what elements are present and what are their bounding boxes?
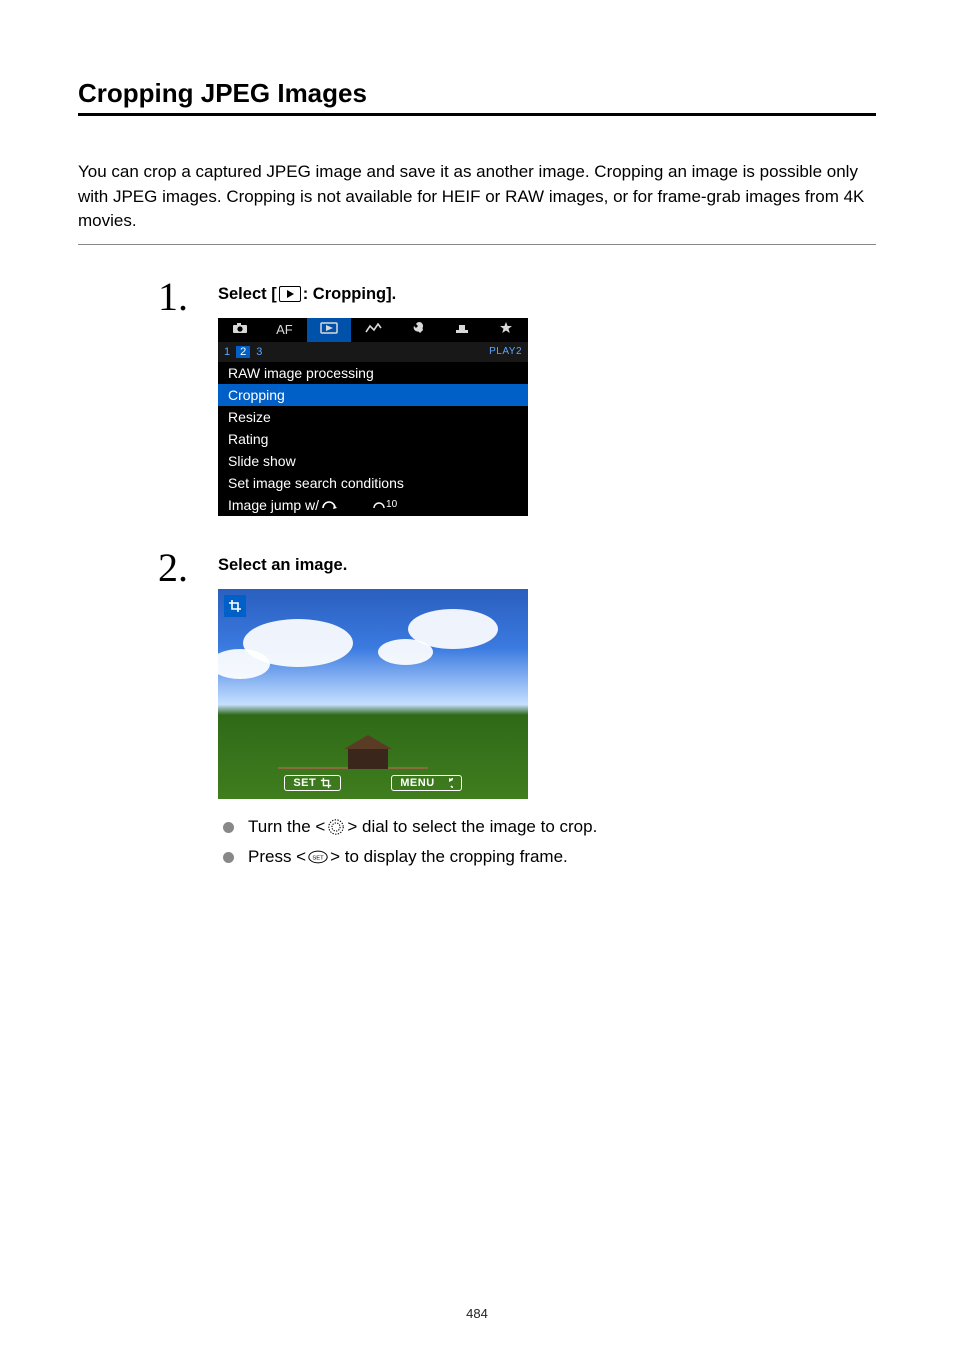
- intro-text: You can crop a captured JPEG image and s…: [78, 160, 876, 245]
- page-number: 484: [0, 1306, 954, 1321]
- step-2-bullet-1: Turn the < > dial to select the image to…: [218, 817, 876, 837]
- tab-setup: [395, 318, 439, 342]
- tab-af: AF: [262, 318, 306, 342]
- preview-menu-button: MENU: [391, 775, 461, 791]
- menu-item-search: Set image search conditions: [218, 472, 528, 494]
- preview-button-bar: SET MENU: [218, 773, 528, 793]
- menu-page-2: 2: [236, 346, 250, 358]
- star-icon: [499, 321, 513, 338]
- menu-item-jump: Image jump w/ 10: [218, 494, 528, 516]
- menu-page-3: 3: [256, 346, 262, 358]
- menu-top-tabs: AF: [218, 318, 528, 342]
- crop-badge-icon: [224, 595, 246, 617]
- menu-item-resize: Resize: [218, 406, 528, 428]
- jump-value: 10: [373, 499, 397, 510]
- cloud-decoration: [218, 649, 270, 679]
- playback-icon: [279, 286, 301, 302]
- playback-tab-icon: [320, 322, 338, 337]
- step-2: 2 Select an image. SE: [158, 556, 876, 867]
- tab-mymenu: [484, 318, 528, 342]
- menu-item-rating: Rating: [218, 428, 528, 450]
- tab-playback: [307, 318, 351, 342]
- step-2-bullet-2: Press < SET > to display the cropping fr…: [218, 847, 876, 867]
- network-icon: [364, 322, 382, 337]
- step-2-title: Select an image.: [218, 556, 876, 575]
- tab-network: [351, 318, 395, 342]
- tab-custom: [439, 318, 483, 342]
- camera-preview-screenshot: SET MENU: [218, 589, 528, 799]
- landscape-decoration: [348, 747, 388, 769]
- camera-menu-screenshot: AF: [218, 318, 528, 516]
- cloud-decoration: [378, 639, 433, 665]
- custom-icon: [454, 322, 470, 337]
- wrench-icon: [410, 321, 424, 338]
- set-button-icon: SET: [308, 850, 328, 864]
- step-1: 1 Select [ : Cropping]. AF: [158, 285, 876, 516]
- main-dial-icon: [321, 497, 337, 513]
- step-1-title: Select [ : Cropping].: [218, 285, 876, 304]
- step-1-title-suffix: : Cropping].: [303, 285, 396, 304]
- step-1-title-prefix: Select [: [218, 285, 277, 304]
- menu-section-tag: PLAY2: [489, 346, 522, 357]
- page-title: Cropping JPEG Images: [78, 78, 876, 116]
- menu-item-slideshow: Slide show: [218, 450, 528, 472]
- preview-set-button: SET: [284, 775, 341, 791]
- step-number: 1: [158, 273, 188, 320]
- camera-icon: [232, 322, 248, 337]
- menu-page-1: 1: [224, 346, 230, 358]
- tab-shoot: [218, 318, 262, 342]
- jump-label: Image jump w/: [228, 497, 319, 513]
- menu-subtabs: 1 2 3 PLAY2: [218, 342, 528, 362]
- svg-text:SET: SET: [312, 855, 324, 861]
- menu-item-cropping: Cropping: [218, 384, 528, 406]
- menu-item-raw: RAW image processing: [218, 362, 528, 384]
- quick-control-dial-icon: [327, 818, 345, 836]
- step-number: 2: [158, 544, 188, 591]
